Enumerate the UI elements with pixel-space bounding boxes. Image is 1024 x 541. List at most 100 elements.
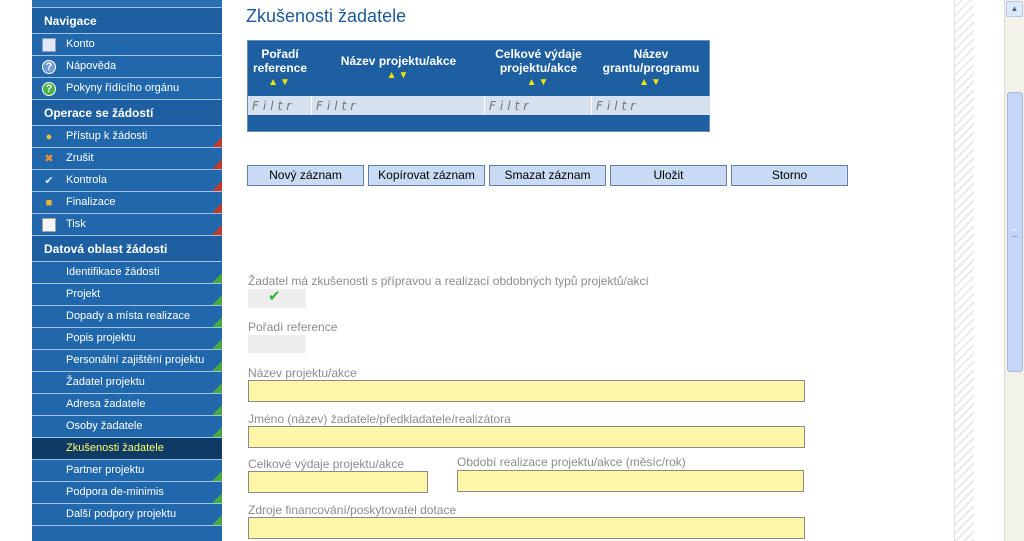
delete-record-button[interactable]: Smazat záznam xyxy=(489,165,606,186)
page-title: Zkušenosti žadatele xyxy=(246,6,407,26)
sidebar-item-pristup[interactable]: ● Přístup k žádosti xyxy=(32,126,222,148)
sort-arrows-icon[interactable]: ▲▼ xyxy=(527,76,551,90)
corner-marker xyxy=(212,295,222,305)
sort-arrows-icon[interactable]: ▲▼ xyxy=(387,69,411,83)
sidebar-item-zrusit[interactable]: ✖ Zrušit xyxy=(32,148,222,170)
filter-cell-total-cost xyxy=(485,96,592,115)
new-record-button[interactable]: Nový záznam xyxy=(247,165,364,186)
copy-record-button[interactable]: Kopírovat záznam xyxy=(368,165,485,186)
project-name-field[interactable] xyxy=(248,380,805,402)
sidebar-item-zadatel[interactable]: Žadatel projektu xyxy=(32,372,222,394)
sidebar-item-deminimis[interactable]: Podpora de-minimis xyxy=(32,482,222,504)
sidebar-item-more[interactable] xyxy=(32,526,222,541)
sources-field[interactable] xyxy=(248,517,805,539)
sidebar-item-label: Popis projektu xyxy=(66,332,136,344)
sidebar-item-label: Konto xyxy=(66,38,95,50)
sidebar-item-label: Přístup k žádosti xyxy=(66,130,148,142)
sidebar-item-projekt[interactable]: Projekt xyxy=(32,284,222,306)
corner-marker xyxy=(212,405,222,415)
section-datova-oblast: Datová oblast žádosti xyxy=(32,236,222,262)
sidebar-item-finalizace[interactable]: ■ Finalizace xyxy=(32,192,222,214)
column-header-grant-name[interactable]: Název grantu/programu ▲▼ xyxy=(592,41,710,95)
column-header-project-name[interactable]: Název projektu/akce ▲▼ xyxy=(312,41,485,95)
experience-label: Žadatel má zkušenosti s přípravou a real… xyxy=(248,274,649,288)
applicant-name-label: Jméno (název) žadatele/předkladatele/rea… xyxy=(248,412,511,426)
corner-marker xyxy=(212,203,222,213)
filter-cell-grant-name xyxy=(592,96,710,115)
section-operace: Operace se žádostí xyxy=(32,100,222,126)
sidebar-item-popis[interactable]: Popis projektu xyxy=(32,328,222,350)
corner-marker xyxy=(212,159,222,169)
vertical-scrollbar[interactable]: ▲ xyxy=(1004,0,1024,541)
sidebar-item-dopady[interactable]: Dopady a místa realizace xyxy=(32,306,222,328)
sidebar-item-label: Tisk xyxy=(66,218,86,230)
column-header-total-cost[interactable]: Celkové výdaje projektu/akce ▲▼ xyxy=(485,41,592,95)
applicant-name-input[interactable] xyxy=(249,427,804,447)
checkmark-icon: ✔ xyxy=(44,175,54,187)
filter-input-total-cost[interactable] xyxy=(485,96,591,115)
applicant-name-field[interactable] xyxy=(248,426,805,448)
sidebar-item-kontrola[interactable]: ✔ Kontrola xyxy=(32,170,222,192)
sidebar-item-personalni[interactable]: Personální zajištění projektu xyxy=(32,350,222,372)
sidebar-item-osoby[interactable]: Osoby žadatele xyxy=(32,416,222,438)
hatched-margin xyxy=(954,0,974,541)
help-icon: ? xyxy=(42,60,56,74)
project-name-label: Název projektu/akce xyxy=(248,366,357,380)
sidebar-item-label: Další podpory projektu xyxy=(66,508,177,520)
project-name-input[interactable] xyxy=(249,381,804,401)
column-header-text: Pořadí xyxy=(261,46,299,61)
scroll-thumb[interactable] xyxy=(1007,92,1023,372)
sort-arrows-icon[interactable]: ▲▼ xyxy=(268,76,292,90)
sidebar-item-label: Zrušit xyxy=(66,152,94,164)
column-header-order[interactable]: Pořadí reference ▲▼ xyxy=(248,41,312,95)
column-header-text: projektu/akce xyxy=(499,60,578,75)
sources-input[interactable] xyxy=(249,518,804,538)
sidebar-item-konto[interactable]: Konto xyxy=(32,34,222,56)
corner-marker xyxy=(212,493,222,503)
corner-marker xyxy=(212,339,222,349)
sidebar-item-adresa[interactable]: Adresa žadatele xyxy=(32,394,222,416)
sidebar-item-zkusenosti[interactable]: Zkušenosti žadatele xyxy=(32,438,222,460)
sidebar-item-dalsi-podpory[interactable]: Další podpory projektu xyxy=(32,504,222,526)
scroll-up-icon[interactable]: ▲ xyxy=(1006,1,1023,17)
sidebar-item-napoveda[interactable]: ? Nápověda xyxy=(32,56,222,78)
period-input[interactable] xyxy=(458,471,803,491)
checkmark-icon: ✔ xyxy=(268,288,281,305)
sidebar: Navigace Konto ? Nápověda ? Pokyny řídíc… xyxy=(32,0,222,541)
total-cost-field[interactable] xyxy=(248,471,428,493)
filter-cell-project-name xyxy=(312,96,485,115)
cancel-button[interactable]: Storno xyxy=(731,165,848,186)
save-button[interactable]: Uložit xyxy=(610,165,727,186)
period-field[interactable] xyxy=(457,470,804,492)
sidebar-item-partner[interactable]: Partner projektu xyxy=(32,460,222,482)
column-header-text: grantu/programu xyxy=(602,60,700,75)
filter-input-grant-name[interactable] xyxy=(592,96,710,115)
pokyny-icon: ? xyxy=(42,82,56,96)
sidebar-item-label: Personální zajištění projektu xyxy=(66,354,205,366)
app-root: Navigace Konto ? Nápověda ? Pokyny řídíc… xyxy=(0,0,1024,541)
total-cost-input[interactable] xyxy=(249,472,427,492)
column-header-text: Název xyxy=(633,46,669,61)
sidebar-item-label: Zkušenosti žadatele xyxy=(66,442,164,454)
sidebar-item-label: Žadatel projektu xyxy=(66,376,145,388)
corner-marker xyxy=(212,317,222,327)
sidebar-item-identifikace[interactable]: Identifikace žádosti xyxy=(32,262,222,284)
sidebar-item-pokyny[interactable]: ? Pokyny řídícího orgánu xyxy=(32,78,222,100)
order-field[interactable] xyxy=(248,335,306,353)
sidebar-item-label: Nápověda xyxy=(66,60,117,72)
filter-cell-order xyxy=(248,96,312,115)
sort-arrows-icon[interactable]: ▲▼ xyxy=(639,76,663,90)
references-grid: Pořadí reference ▲▼ Název projektu/akce … xyxy=(247,40,710,132)
section-navigace: Navigace xyxy=(32,8,222,34)
column-header-text: reference xyxy=(252,60,308,75)
right-gap xyxy=(974,0,1004,541)
corner-marker xyxy=(212,137,222,147)
sidebar-item-label: Partner projektu xyxy=(66,464,145,476)
sidebar-item-tisk[interactable]: Tisk xyxy=(32,214,222,236)
sidebar-item-label: Finalizace xyxy=(66,196,116,208)
corner-marker xyxy=(212,383,222,393)
filter-input-order[interactable] xyxy=(248,96,311,115)
filter-input-project-name[interactable] xyxy=(312,96,484,115)
column-header-text: Celkové výdaje xyxy=(495,46,582,61)
sidebar-item-label: Pokyny řídícího orgánu xyxy=(66,82,180,94)
